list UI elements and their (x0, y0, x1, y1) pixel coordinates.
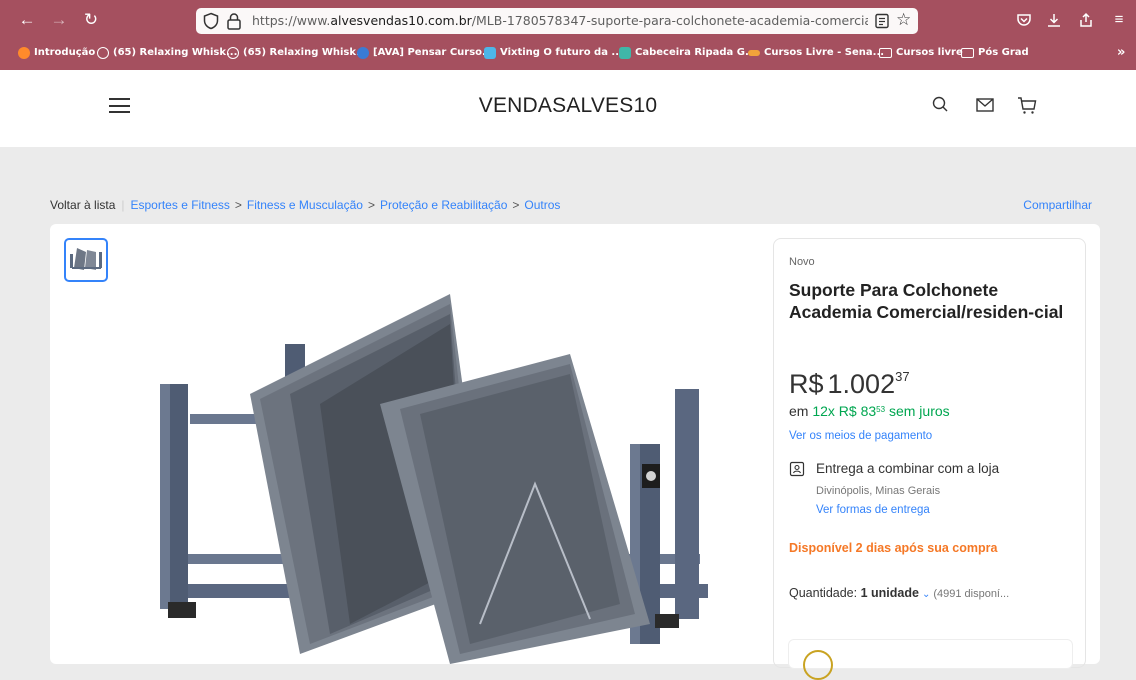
hamburger-menu-icon[interactable] (109, 98, 130, 113)
price: R$ 1.00237 (789, 369, 910, 400)
availability-notice: Disponível 2 dias após sua compra (789, 541, 998, 555)
bookmark-label: [AVA] Pensar Curso... (373, 47, 494, 58)
share-link[interactable]: Compartilhar (1023, 198, 1092, 212)
bookmark-item[interactable]: Introdução (18, 45, 95, 61)
folder-icon (879, 48, 892, 58)
share-icon[interactable] (1075, 9, 1097, 31)
store-pickup-icon (789, 461, 805, 477)
shield-icon[interactable] (202, 12, 220, 30)
bookmark-item[interactable]: Vixting O futuro da ... (484, 45, 623, 61)
bookmark-item[interactable]: (65) Relaxing Whisk... (227, 45, 367, 61)
price-cents: 37 (895, 369, 910, 384)
bookmark-item[interactable]: Cursos Livre - Sena... (748, 45, 884, 61)
forward-arrow-icon[interactable]: → (48, 9, 70, 31)
quantity-label: Quantidade: (789, 586, 858, 600)
mail-icon[interactable] (974, 94, 996, 116)
site-icon (619, 47, 631, 59)
url-path: /MLB-1780578347-suporte-para-colchonete-… (471, 13, 868, 28)
bookmark-label: Vixting O futuro da ... (500, 47, 623, 58)
browser-toolbar: ← → ↻ https://www.alvesvendas10.com.br/M… (0, 0, 1136, 42)
ava-icon (357, 47, 369, 59)
payment-methods-link[interactable]: Ver os meios de pagamento (789, 430, 932, 442)
installments-prefix: em (789, 403, 809, 419)
globe-icon (227, 47, 239, 59)
bookmark-label: Introdução (34, 47, 96, 58)
quantity-value: 1 unidade (860, 586, 919, 600)
breadcrumb-item[interactable]: Fitness e Musculação (247, 198, 363, 212)
shipping-options-link[interactable]: Ver formas de entrega (816, 504, 930, 516)
reader-view-icon[interactable] (874, 13, 890, 29)
cart-icon[interactable] (1016, 94, 1038, 116)
bookmark-item[interactable]: (65) Relaxing Whisk... (97, 45, 237, 61)
breadcrumb-separator: > (512, 198, 520, 212)
seller-card[interactable] (788, 639, 1073, 680)
bookmark-star-icon[interactable]: ☆ (896, 11, 914, 29)
url-prefix: https://www. (252, 13, 331, 28)
back-arrow-icon[interactable]: ← (16, 9, 38, 31)
bookmark-label: Cursos livre (896, 47, 963, 58)
browser-chrome: ← → ↻ https://www.alvesvendas10.com.br/M… (0, 0, 1136, 70)
chevron-down-icon: ⌄ (921, 589, 931, 600)
condition-label: Novo (789, 256, 815, 268)
folder-icon (961, 48, 974, 58)
bookmark-label: Pós Grad (978, 47, 1029, 58)
menu-icon[interactable]: ≡ (1108, 9, 1130, 31)
bookmark-label: Cursos Livre - Sena... (764, 47, 885, 58)
bookmark-item[interactable]: Cursos livre (879, 45, 963, 61)
breadcrumb-item[interactable]: Esportes e Fitness (131, 198, 230, 212)
firefox-icon (18, 47, 30, 59)
breadcrumb-item[interactable]: Proteção e Reabilitação (380, 198, 507, 212)
store-brand[interactable]: VENDASALVES10 (468, 94, 668, 118)
price-integer: 1.002 (827, 369, 896, 399)
breadcrumb-separator: > (234, 198, 242, 212)
breadcrumb: Voltar à lista | Esportes e Fitness > Fitnes… (50, 198, 1092, 216)
breadcrumb-item[interactable]: Outros (524, 198, 560, 212)
url-domain: alvesvendas10.com.br (330, 13, 472, 28)
installments-cents: 53 (876, 405, 886, 414)
bookmark-item[interactable]: Cabeceira Ripada G... (619, 45, 756, 61)
bookmarks-overflow-icon[interactable]: » (1117, 45, 1125, 61)
installments-amount: 12x R$ 83 (812, 403, 877, 419)
installments-suffix: sem juros (888, 403, 950, 419)
seller-avatar (803, 650, 833, 680)
bookmark-label: (65) Relaxing Whisk... (113, 47, 238, 58)
shipping-title: Entrega a combinar com a loja (816, 461, 1000, 476)
bookmark-item[interactable]: [AVA] Pensar Curso... (357, 45, 493, 61)
lock-icon[interactable] (226, 12, 242, 30)
bookmark-label: Cabeceira Ripada G... (635, 47, 757, 58)
globe-icon (97, 47, 109, 59)
search-icon[interactable] (930, 94, 952, 116)
vixting-icon (484, 47, 496, 59)
pocket-icon[interactable] (1013, 9, 1035, 31)
installments-value: 12x R$ 8353 sem juros (812, 403, 949, 419)
installments: em 12x R$ 8353 sem juros (789, 403, 950, 419)
breadcrumb-divider: | (121, 198, 125, 212)
product-title: Suporte Para Colchonete Academia Comerci… (789, 280, 1064, 322)
price-currency: R$ (789, 369, 824, 399)
product-image[interactable] (150, 284, 760, 664)
shipping-location: Divinópolis, Minas Gerais (816, 485, 941, 497)
quantity-selector[interactable]: Quantidade: 1 unidade ⌄ (4991 disponí... (789, 586, 1009, 600)
bookmarks-bar: Introdução (65) Relaxing Whisk... (65) R… (0, 42, 1136, 64)
bookmark-item[interactable]: Pós Grad (961, 45, 1029, 61)
product-card: Novo Suporte Para Colchonete Academia Co… (50, 224, 1100, 680)
senai-icon (748, 50, 760, 56)
product-thumbnail[interactable] (64, 238, 108, 282)
download-icon[interactable] (1043, 9, 1065, 31)
reload-icon[interactable]: ↻ (80, 9, 102, 31)
breadcrumb-separator: > (367, 198, 375, 212)
url-text[interactable]: https://www.alvesvendas10.com.br/MLB-178… (252, 13, 868, 28)
bookmark-label: (65) Relaxing Whisk... (243, 47, 368, 58)
address-bar[interactable]: https://www.alvesvendas10.com.br/MLB-178… (196, 8, 918, 34)
buy-box: Novo Suporte Para Colchonete Academia Co… (773, 238, 1086, 680)
back-to-list-link[interactable]: Voltar à lista (50, 198, 115, 212)
site-header: VENDASALVES10 (0, 70, 1136, 147)
stock-count: (4991 disponí... (933, 588, 1010, 600)
